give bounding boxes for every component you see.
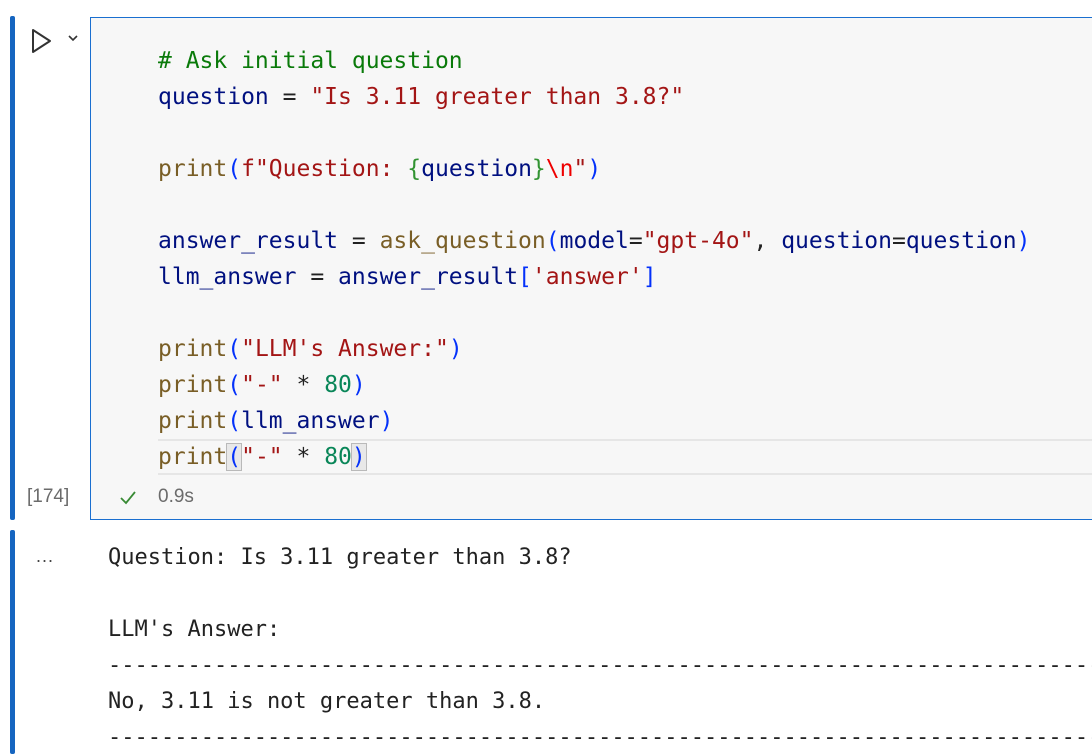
code-line-10[interactable]: print("-" * 80)	[158, 367, 1092, 403]
code-token: =	[628, 228, 643, 254]
code-token: \n	[545, 156, 574, 182]
code-line-1[interactable]: # Ask initial question	[158, 43, 1092, 79]
code-token: )	[587, 156, 602, 182]
code-token: 'answer'	[531, 264, 643, 290]
code-token: )	[1016, 228, 1031, 254]
matching-bracket: )	[350, 443, 367, 471]
code-line-12-current[interactable]: print("-" * 80)	[158, 439, 1092, 475]
code-line-9[interactable]: print("LLM's Answer:")	[158, 331, 1092, 367]
code-cell-editor[interactable]: # Ask initial question question = "Is 3.…	[90, 17, 1092, 520]
output-focus-indicator	[10, 530, 15, 754]
cell-output: Question: Is 3.11 greater than 3.8? LLM'…	[108, 540, 1092, 756]
code-token: answer_result	[338, 264, 519, 290]
output-separator: ----------------------------------------…	[108, 725, 1092, 750]
code-token: llm_answer	[241, 408, 380, 434]
code-line-5[interactable]	[158, 187, 1092, 223]
code-token: print	[158, 372, 228, 398]
code-token: =	[891, 228, 906, 254]
code-token: "gpt-4o"	[642, 228, 754, 254]
code-line-4[interactable]: print(f"Question: {question}\n")	[158, 151, 1092, 187]
code-line-8[interactable]	[158, 295, 1092, 331]
code-line-7[interactable]: llm_answer = answer_result['answer']	[158, 259, 1092, 295]
code-line-11[interactable]: print(llm_answer)	[158, 403, 1092, 439]
code-token: llm_answer	[158, 264, 297, 290]
code-token: 80	[324, 372, 352, 398]
cell-focus-indicator	[10, 16, 15, 520]
code-token: print	[158, 156, 228, 182]
code-token: )	[448, 336, 463, 362]
code-token: =	[268, 84, 311, 110]
code-token: }	[531, 156, 546, 182]
code-token: answer_result	[158, 228, 339, 254]
output-line: LLM's Answer:	[108, 617, 281, 642]
code-token: )	[379, 408, 394, 434]
code-token: "-"	[241, 372, 283, 398]
code-token: 80	[324, 444, 352, 470]
code-token: "LLM's Answer:"	[241, 336, 449, 362]
code-token: [	[518, 264, 532, 290]
matching-bracket: (	[226, 443, 243, 471]
code-token: "	[573, 156, 588, 182]
output-separator: ----------------------------------------…	[108, 653, 1092, 678]
code-token: "Is 3.11 greater than 3.8?"	[310, 84, 685, 110]
output-actions-button[interactable]: ...	[36, 546, 60, 566]
code-token: ask_question	[379, 228, 546, 254]
code-editor-content[interactable]: # Ask initial question question = "Is 3.…	[158, 43, 1092, 475]
code-token: =	[296, 264, 339, 290]
code-comment: # Ask initial question	[158, 48, 463, 74]
code-line-6[interactable]: answer_result = ask_question(model="gpt-…	[158, 223, 1092, 259]
code-token: =	[338, 228, 380, 254]
code-token: print	[158, 336, 228, 362]
code-token: )	[351, 372, 366, 398]
code-token: ,	[753, 228, 782, 254]
code-token: (	[227, 156, 242, 182]
run-options-button[interactable]	[66, 30, 80, 44]
code-token: question	[781, 228, 892, 254]
code-token: (	[227, 372, 242, 398]
code-token: "-"	[241, 444, 283, 470]
code-token: {	[407, 156, 422, 182]
output-line: Question: Is 3.11 greater than 3.8?	[108, 545, 572, 570]
output-line: No, 3.11 is not greater than 3.8.	[108, 689, 546, 714]
code-line-3[interactable]	[158, 115, 1092, 151]
code-token: question	[158, 84, 269, 110]
code-token: *	[282, 372, 325, 398]
code-token: (	[545, 228, 560, 254]
code-token: (	[227, 408, 242, 434]
execution-time: 0.9s	[158, 486, 194, 507]
run-cell-button[interactable]	[28, 26, 56, 56]
code-token: model	[559, 228, 629, 254]
play-icon	[32, 29, 51, 53]
code-token: (	[227, 336, 242, 362]
chevron-down-icon	[68, 35, 78, 42]
execution-count: [174]	[27, 486, 70, 507]
code-token: question	[421, 156, 532, 182]
code-token: ]	[642, 264, 657, 290]
code-token: *	[282, 444, 325, 470]
check-icon	[118, 488, 138, 508]
code-token: print	[158, 444, 228, 470]
code-token: f"Question:	[241, 156, 408, 182]
code-token: print	[158, 408, 228, 434]
code-token: question	[905, 228, 1017, 254]
code-line-2[interactable]: question = "Is 3.11 greater than 3.8?"	[158, 79, 1092, 115]
